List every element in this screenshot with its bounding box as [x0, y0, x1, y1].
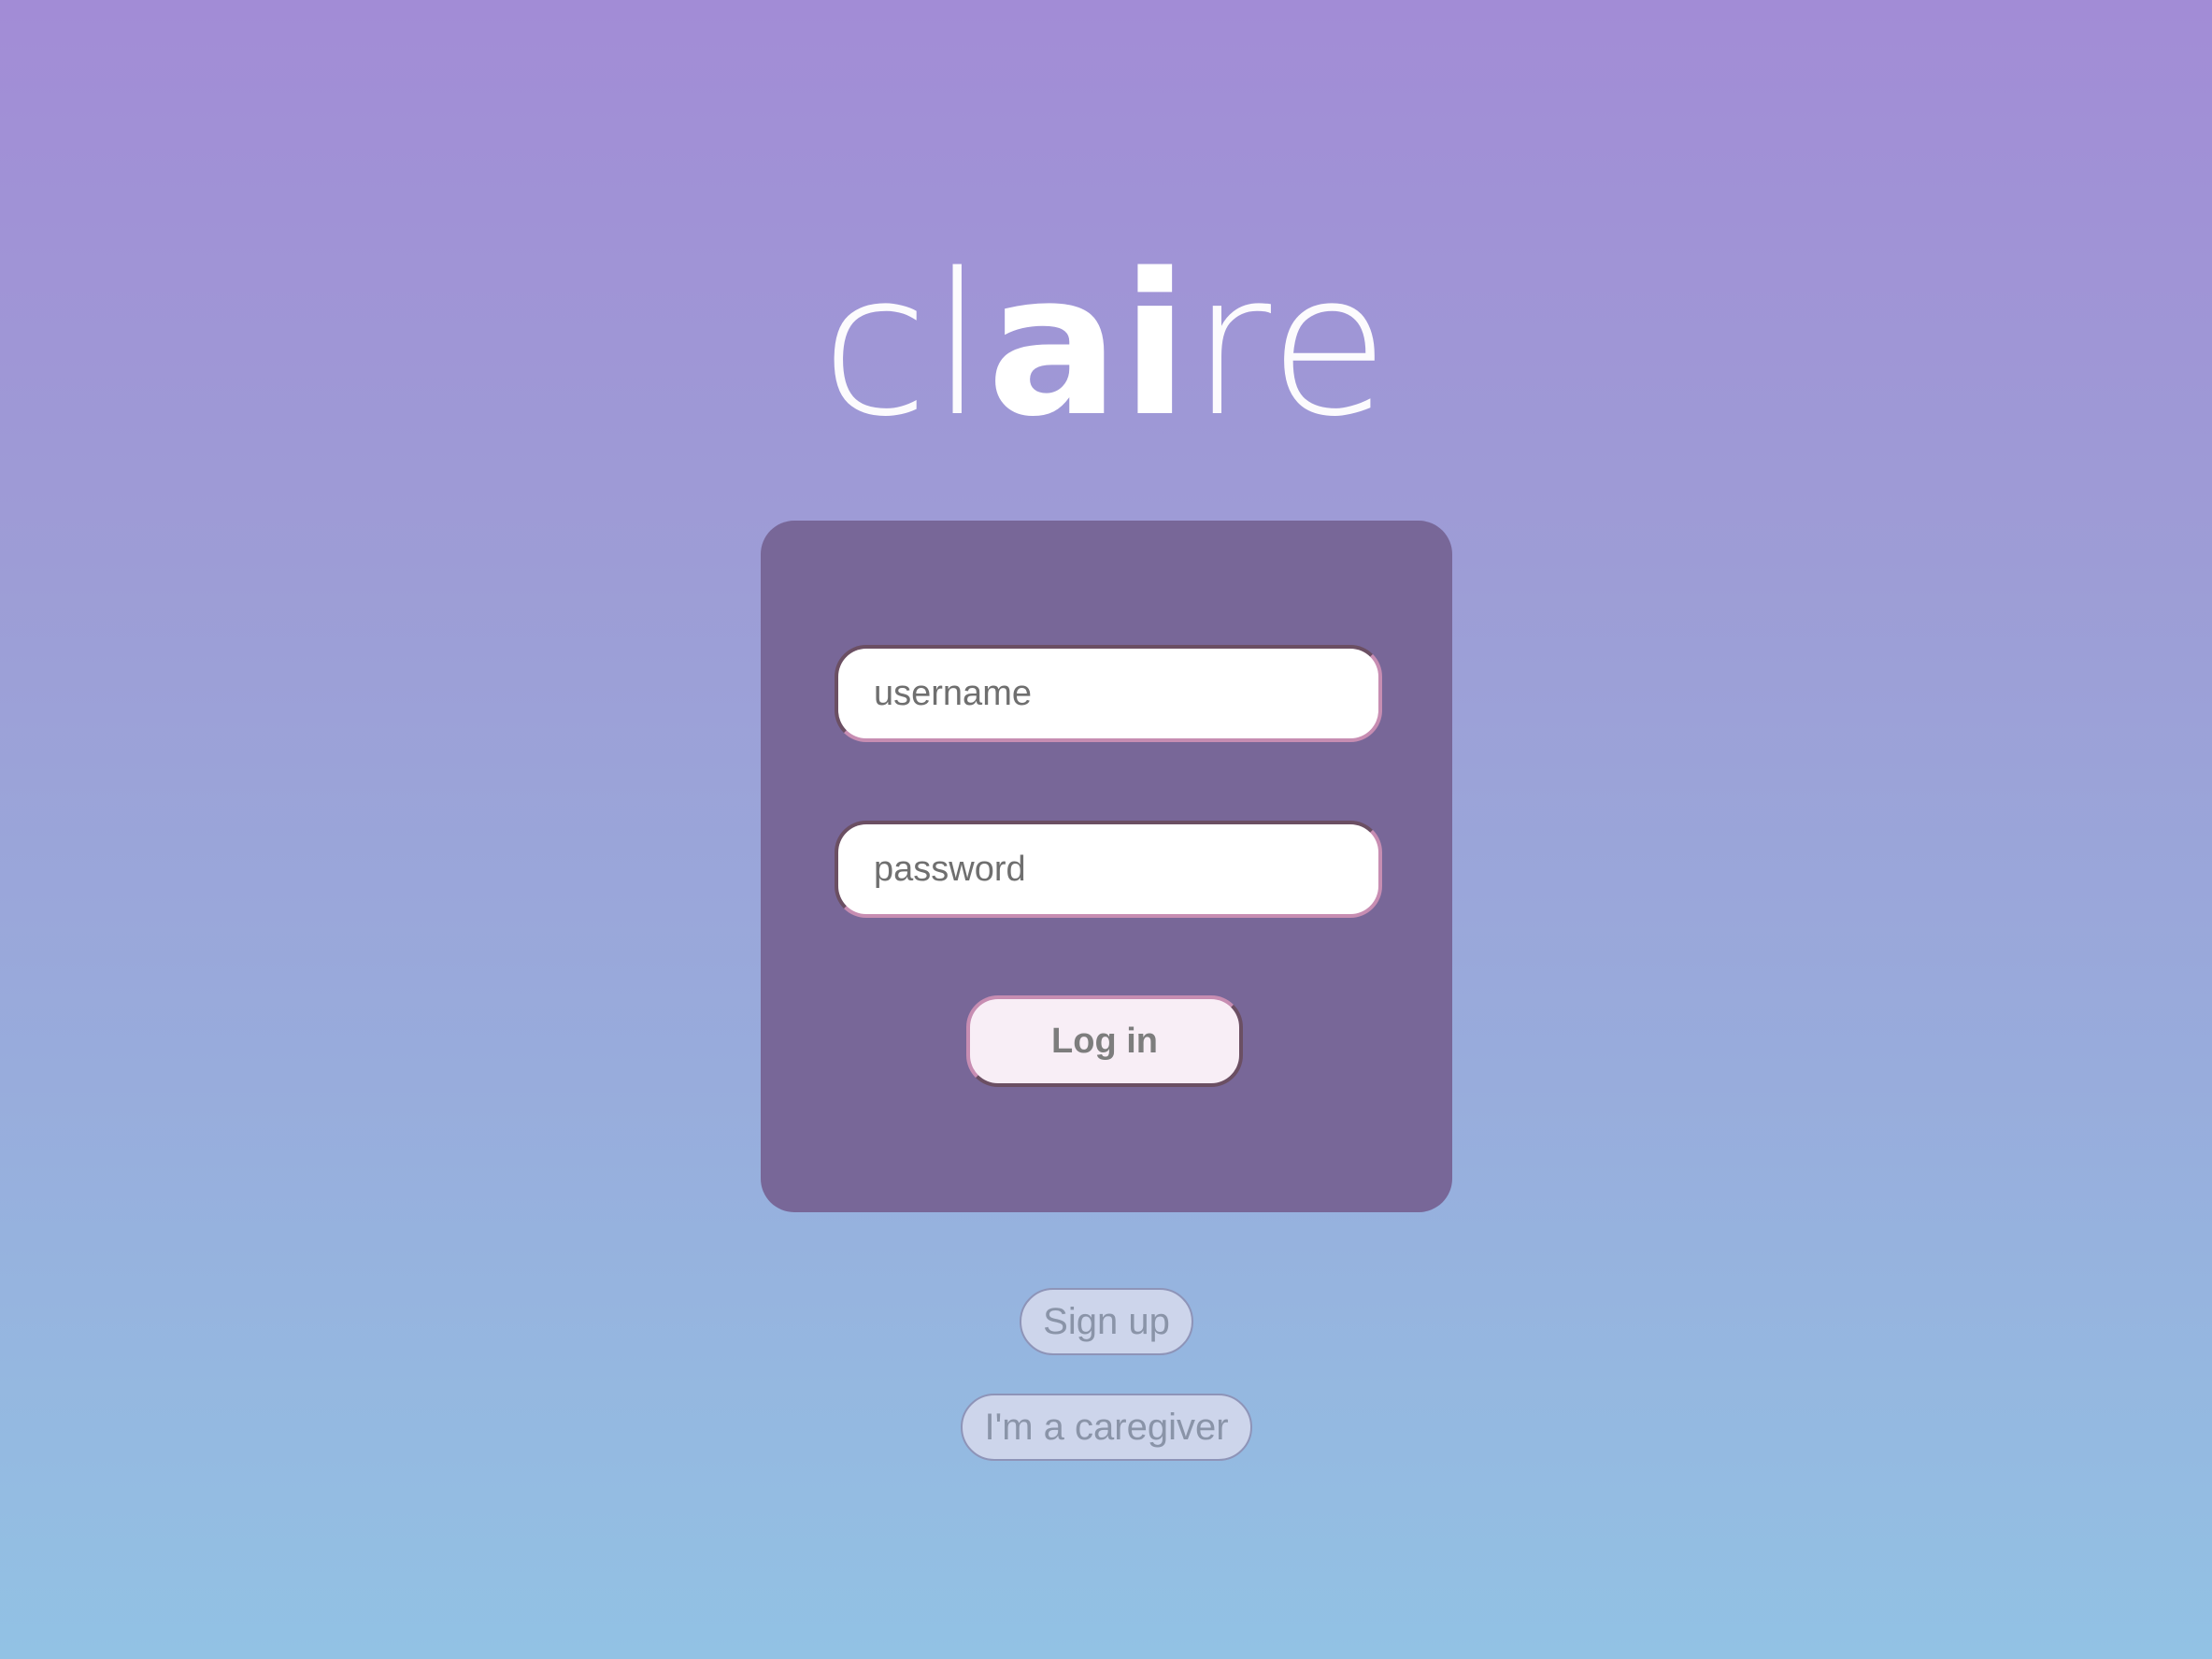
logo-text-middle: ai: [987, 231, 1191, 460]
logo-text-end: re: [1190, 231, 1391, 460]
app-logo: claire: [0, 238, 2212, 453]
login-button[interactable]: Log in: [966, 995, 1243, 1087]
signup-button[interactable]: Sign up: [1020, 1288, 1193, 1355]
login-card: Log in: [761, 521, 1452, 1212]
caregiver-button[interactable]: I'm a caregiver: [961, 1394, 1252, 1461]
password-input[interactable]: [835, 821, 1382, 918]
username-input[interactable]: [835, 645, 1382, 742]
logo-text-start: cl: [821, 231, 988, 460]
